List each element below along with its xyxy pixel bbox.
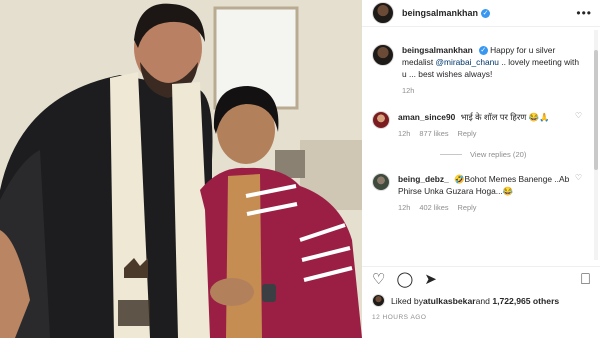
instagram-post-panel: beingsalmankhan ✓ ••• beingsalmankhan ✓ H… — [362, 0, 600, 338]
post-photo — [0, 0, 362, 338]
commenter-username[interactable]: being_debz_ — [398, 174, 449, 184]
liker-avatar[interactable] — [372, 294, 385, 307]
view-replies-link[interactable]: View replies (20) — [440, 150, 592, 159]
liked-by-middle: and — [475, 295, 490, 306]
comment-time: 12h — [398, 203, 411, 212]
reply-button[interactable]: Reply — [458, 128, 477, 140]
commenter-username[interactable]: aman_since90 — [398, 112, 455, 122]
caption: beingsalmankhan ✓ Happy for u silver meda… — [362, 44, 592, 97]
comment-item: aman_since90 भाई के शॉल पर हिरण 😂🙏 12h 8… — [362, 111, 592, 140]
save-icon[interactable]: ⎕ — [581, 272, 590, 287]
scrollbar-thumb[interactable] — [594, 50, 598, 170]
reply-button[interactable]: Reply — [458, 202, 477, 214]
share-icon[interactable]: ➤ — [424, 272, 437, 287]
comment-text: भाई के शॉल पर हिरण 😂🙏 — [460, 112, 550, 122]
comment-icon[interactable]: ◯ — [396, 272, 413, 287]
commenter-avatar[interactable] — [372, 173, 390, 191]
comments-list: beingsalmankhan ✓ Happy for u silver meda… — [362, 30, 592, 262]
post-header: beingsalmankhan ✓ ••• — [362, 0, 600, 27]
like-icon[interactable]: ♡ — [372, 272, 385, 287]
caption-mention-link[interactable]: @mirabai_chanu — [436, 57, 499, 67]
post-time-ago: 12 HOURS AGO — [372, 314, 427, 321]
caption-username[interactable]: beingsalmankhan — [402, 45, 473, 55]
comment-likes[interactable]: 877 likes — [419, 128, 448, 140]
caption-avatar[interactable] — [372, 44, 394, 66]
comment-time: 12h — [398, 129, 411, 138]
caption-verified-icon: ✓ — [478, 46, 488, 56]
comment-item: being_debz_ 🤣Bohot Memes Banenge ..Ab Ph… — [362, 173, 592, 214]
comment-likes[interactable]: 402 likes — [419, 202, 448, 214]
commenter-avatar[interactable] — [372, 111, 390, 129]
comment-like-icon[interactable]: ♡ — [575, 173, 582, 182]
verified-badge-icon: ✓ — [481, 8, 491, 18]
post-actions: ♡ ◯ ➤ ⎕ — [362, 266, 600, 292]
likes-count[interactable]: 1,722,965 others — [492, 296, 559, 306]
liked-by: Liked by atulkasbekar and 1,722,965 othe… — [372, 294, 559, 307]
liker-username[interactable]: atulkasbekar — [423, 296, 476, 306]
liked-by-prefix: Liked by — [391, 295, 424, 306]
photo-scene — [0, 0, 362, 338]
comments-scrollbar[interactable] — [594, 30, 598, 260]
author-avatar[interactable] — [372, 2, 394, 24]
comment-like-icon[interactable]: ♡ — [575, 111, 582, 120]
author-username[interactable]: beingsalmankhan — [402, 8, 478, 18]
caption-time: 12h — [402, 86, 415, 95]
more-options-icon[interactable]: ••• — [576, 6, 592, 20]
